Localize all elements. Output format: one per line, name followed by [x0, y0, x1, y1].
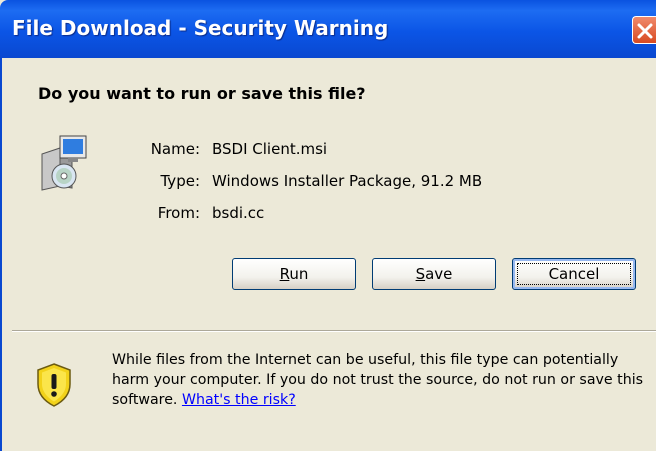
- window-title: File Download - Security Warning: [12, 16, 389, 40]
- close-icon: [637, 23, 653, 39]
- file-from-label: From:: [157, 204, 200, 222]
- run-label-rest: un: [289, 265, 309, 283]
- installer-package-icon: [38, 134, 90, 196]
- file-from-value: bsdi.cc: [212, 204, 265, 222]
- shield-warning-icon: [35, 362, 73, 412]
- file-type-label: Type:: [160, 172, 200, 190]
- save-label-rest: ave: [425, 265, 453, 283]
- focus-rectangle: [517, 263, 631, 285]
- file-download-dialog: File Download - Security Warning Do you …: [0, 0, 656, 451]
- cancel-button[interactable]: Cancel: [512, 258, 636, 290]
- save-mnemonic: S: [415, 265, 426, 283]
- prompt-question: Do you want to run or save this file?: [38, 84, 366, 103]
- run-button[interactable]: Run: [232, 258, 356, 290]
- separator-highlight: [12, 331, 656, 332]
- window-frame: [0, 58, 2, 451]
- close-button[interactable]: [632, 16, 656, 44]
- title-bar[interactable]: File Download - Security Warning: [0, 0, 656, 58]
- whats-the-risk-link[interactable]: What's the risk?: [182, 392, 296, 408]
- save-button[interactable]: Save: [372, 258, 496, 290]
- file-name-label: Name:: [150, 140, 200, 158]
- security-warning-text: While files from the Internet can be use…: [112, 350, 652, 410]
- run-mnemonic: R: [279, 265, 290, 283]
- file-name-value: BSDI Client.msi: [212, 140, 328, 158]
- file-type-value: Windows Installer Package, 91.2 MB: [212, 172, 483, 190]
